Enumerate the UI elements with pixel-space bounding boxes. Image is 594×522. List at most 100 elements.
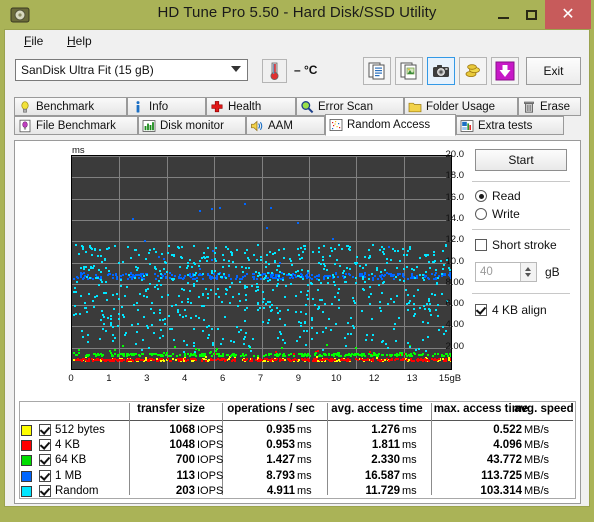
menu-item-file[interactable]: File: [17, 33, 50, 49]
chart-data-point: [393, 273, 396, 276]
checkbox-4kb-align[interactable]: 4 KB align: [475, 303, 547, 317]
chart-data-point: [295, 340, 298, 343]
radio-read[interactable]: Read: [475, 189, 521, 203]
chart-data-point: [375, 266, 378, 269]
chart-data-point: [261, 301, 264, 303]
tab-file-benchmark[interactable]: File Benchmark: [14, 116, 138, 135]
copy-text-button[interactable]: [363, 57, 391, 85]
tab-random-access[interactable]: Random Access: [325, 114, 456, 136]
chart-data-point: [441, 272, 444, 275]
chart-data-point: [161, 252, 164, 255]
chart-data-point: [295, 295, 298, 298]
chart-data-point: [197, 349, 200, 352]
chart-data-point: [210, 207, 213, 210]
checkbox-short-stroke[interactable]: Short stroke: [475, 238, 557, 252]
tab-benchmark[interactable]: Benchmark: [14, 97, 127, 116]
chart-data-point: [393, 323, 396, 326]
y-axis-tick-label: 8.00: [445, 276, 465, 288]
series-visibility-checkbox[interactable]: [39, 424, 51, 436]
chart-data-point: [434, 294, 437, 297]
start-button[interactable]: Start: [475, 149, 567, 171]
chart-data-point: [194, 350, 197, 353]
download-button[interactable]: [491, 57, 519, 85]
chart-data-point: [97, 284, 100, 287]
chart-data-point: [81, 244, 84, 247]
stepper-buttons[interactable]: [520, 263, 536, 281]
chart-data-point: [177, 359, 180, 362]
chart-data-point: [101, 354, 104, 357]
tab-aam[interactable]: AAM: [246, 116, 325, 135]
maximize-button[interactable]: [517, 0, 545, 29]
chart-data-point: [222, 266, 224, 269]
chart-data-point: [432, 250, 435, 253]
tab-disk-monitor[interactable]: Disk monitor: [138, 116, 246, 135]
chart-data-point: [269, 309, 272, 312]
chart-data-point: [243, 343, 245, 346]
chart-data-point: [322, 352, 325, 355]
chart-data-point: [111, 353, 114, 356]
series-visibility-checkbox[interactable]: [39, 454, 51, 467]
chart-data-point: [381, 277, 384, 280]
chart-data-point: [228, 260, 231, 263]
gold-button[interactable]: [459, 57, 487, 85]
thermometer-icon: [270, 62, 279, 80]
tab-info[interactable]: Info: [127, 97, 206, 116]
chart-data-point: [250, 358, 253, 361]
chart-data-point: [303, 330, 305, 332]
x-axis-tick-label: 1: [106, 373, 112, 384]
stepper-down-icon[interactable]: [525, 273, 531, 277]
chart-data-point: [379, 310, 382, 313]
chart-data-point: [277, 278, 280, 281]
close-button[interactable]: ✕: [545, 0, 591, 29]
chart-data-point: [304, 303, 307, 306]
chart-data-point: [252, 254, 255, 257]
exit-button[interactable]: Exit: [526, 57, 581, 85]
series-visibility-checkbox[interactable]: [39, 439, 51, 452]
chart-data-point: [113, 348, 116, 351]
chart-data-point: [317, 278, 320, 281]
tab-extra-tests[interactable]: Extra tests: [456, 116, 564, 135]
chart-data-point: [273, 261, 276, 264]
chart-data-point: [185, 343, 188, 346]
minimize-button[interactable]: [489, 0, 517, 29]
chart-data-point: [95, 277, 98, 279]
chart-data-point: [192, 344, 195, 347]
chart-data-point: [262, 277, 265, 280]
chart-data-point: [223, 316, 226, 319]
table-header-rule: [20, 420, 573, 421]
tab-erase[interactable]: Erase: [518, 97, 581, 116]
chart-data-point: [94, 248, 97, 251]
chart-data-point: [382, 353, 385, 356]
tab-aam-label: AAM: [268, 119, 293, 132]
separator-2: [472, 229, 570, 230]
series-visibility-checkbox[interactable]: [39, 469, 51, 482]
chart-data-point: [392, 301, 395, 304]
chart-data-point: [383, 275, 386, 277]
series-visibility-checkbox[interactable]: [39, 484, 51, 497]
chart-data-point: [367, 358, 370, 361]
chart-data-point: [164, 318, 167, 321]
chart-data-point: [176, 310, 179, 313]
chart-data-point: [92, 267, 95, 270]
tab-health[interactable]: Health: [206, 97, 296, 116]
chart-data-point: [112, 339, 115, 342]
screenshot-button[interactable]: [427, 57, 455, 85]
copy-image-button[interactable]: [395, 57, 423, 85]
stepper-up-icon[interactable]: [525, 267, 531, 271]
radio-write[interactable]: Write: [475, 207, 520, 221]
chart-data-point: [238, 293, 241, 296]
chart-data-point: [114, 273, 117, 276]
chart-data-point: [244, 287, 247, 290]
chart-data-point: [165, 276, 168, 279]
short-stroke-stepper[interactable]: 40: [475, 262, 537, 282]
menu-item-help[interactable]: Help: [60, 33, 99, 49]
drive-select[interactable]: SanDisk Ultra Fit (15 gB): [15, 59, 248, 81]
chart-data-point: [182, 350, 185, 353]
chart-data-point: [435, 268, 438, 271]
chart-data-point: [409, 346, 412, 349]
chart-data-point: [321, 311, 324, 313]
chart-data-point: [170, 359, 173, 362]
chart-data-point: [92, 352, 95, 355]
chart-data-point: [367, 249, 370, 251]
chart-data-point: [284, 324, 287, 327]
